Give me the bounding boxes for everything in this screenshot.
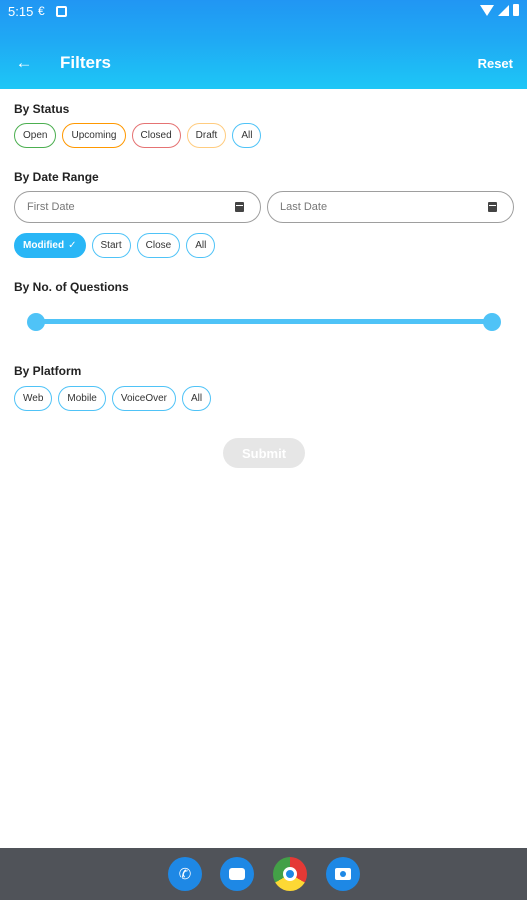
date-chip-start[interactable]: Start: [91, 233, 131, 258]
status-chip-row: Open Upcoming Closed Draft All: [14, 123, 262, 148]
platform-section-label: By Platform: [14, 364, 82, 378]
platform-chip-web[interactable]: Web: [14, 386, 53, 411]
calendar-icon[interactable]: [488, 202, 497, 212]
status-chip-all[interactable]: All: [232, 123, 262, 148]
reset-button[interactable]: Reset: [478, 56, 513, 71]
status-chip-closed[interactable]: Closed: [131, 123, 181, 148]
battery-icon: [513, 4, 519, 16]
status-section-label: By Status: [14, 102, 70, 116]
first-date-field[interactable]: First Date: [14, 191, 261, 223]
questions-range-slider[interactable]: [35, 319, 492, 324]
message-bubble-icon: [229, 868, 245, 880]
platform-chip-mobile[interactable]: Mobile: [58, 386, 106, 411]
phone-icon[interactable]: ✆: [168, 857, 202, 891]
app-header: 5:15 € ← Filters Reset: [0, 0, 527, 89]
questions-section-label: By No. of Questions: [14, 280, 129, 294]
range-thumb-low[interactable]: [27, 313, 45, 331]
chrome-center-icon: [283, 867, 297, 881]
status-chip-open[interactable]: Open: [14, 123, 57, 148]
date-chip-modified[interactable]: Modified ✓: [14, 233, 86, 258]
date-chip-all[interactable]: All: [186, 233, 216, 258]
status-bar: 5:15 €: [0, 0, 527, 24]
platform-chip-all[interactable]: All: [182, 386, 212, 411]
arrow-left-icon[interactable]: ←: [14, 52, 34, 74]
status-indicators: [480, 4, 519, 16]
date-chip-close[interactable]: Close: [136, 233, 181, 258]
status-chip-draft[interactable]: Draft: [186, 123, 227, 148]
check-icon: ✓: [68, 240, 77, 251]
system-dock: [0, 848, 527, 900]
notification-icon: [56, 6, 67, 17]
page-title: Filters: [60, 53, 112, 72]
calendar-icon[interactable]: [235, 202, 244, 212]
date-chip-row: Modified ✓ Start Close All: [14, 233, 216, 258]
chrome-icon[interactable]: [273, 857, 307, 891]
signal-icon: [498, 4, 509, 16]
platform-chip-row: Web Mobile VoiceOver All: [14, 386, 212, 411]
status-time: 5:15: [8, 4, 34, 19]
status-chip-upcoming[interactable]: Upcoming: [62, 123, 126, 148]
messages-icon[interactable]: [220, 857, 254, 891]
last-date-field[interactable]: Last Date: [267, 191, 514, 223]
range-thumb-high[interactable]: [483, 313, 501, 331]
platform-chip-voiceover[interactable]: VoiceOver: [111, 386, 176, 411]
last-date-placeholder: Last Date: [280, 201, 328, 213]
camera-body-icon: [335, 868, 351, 880]
euro-icon: €: [38, 4, 45, 18]
first-date-placeholder: First Date: [27, 201, 75, 213]
camera-icon[interactable]: [326, 857, 360, 891]
date-section-label: By Date Range: [14, 170, 99, 184]
date-chip-modified-label: Modified: [23, 240, 65, 251]
submit-button[interactable]: Submit: [223, 438, 305, 468]
wifi-icon: [480, 4, 494, 16]
